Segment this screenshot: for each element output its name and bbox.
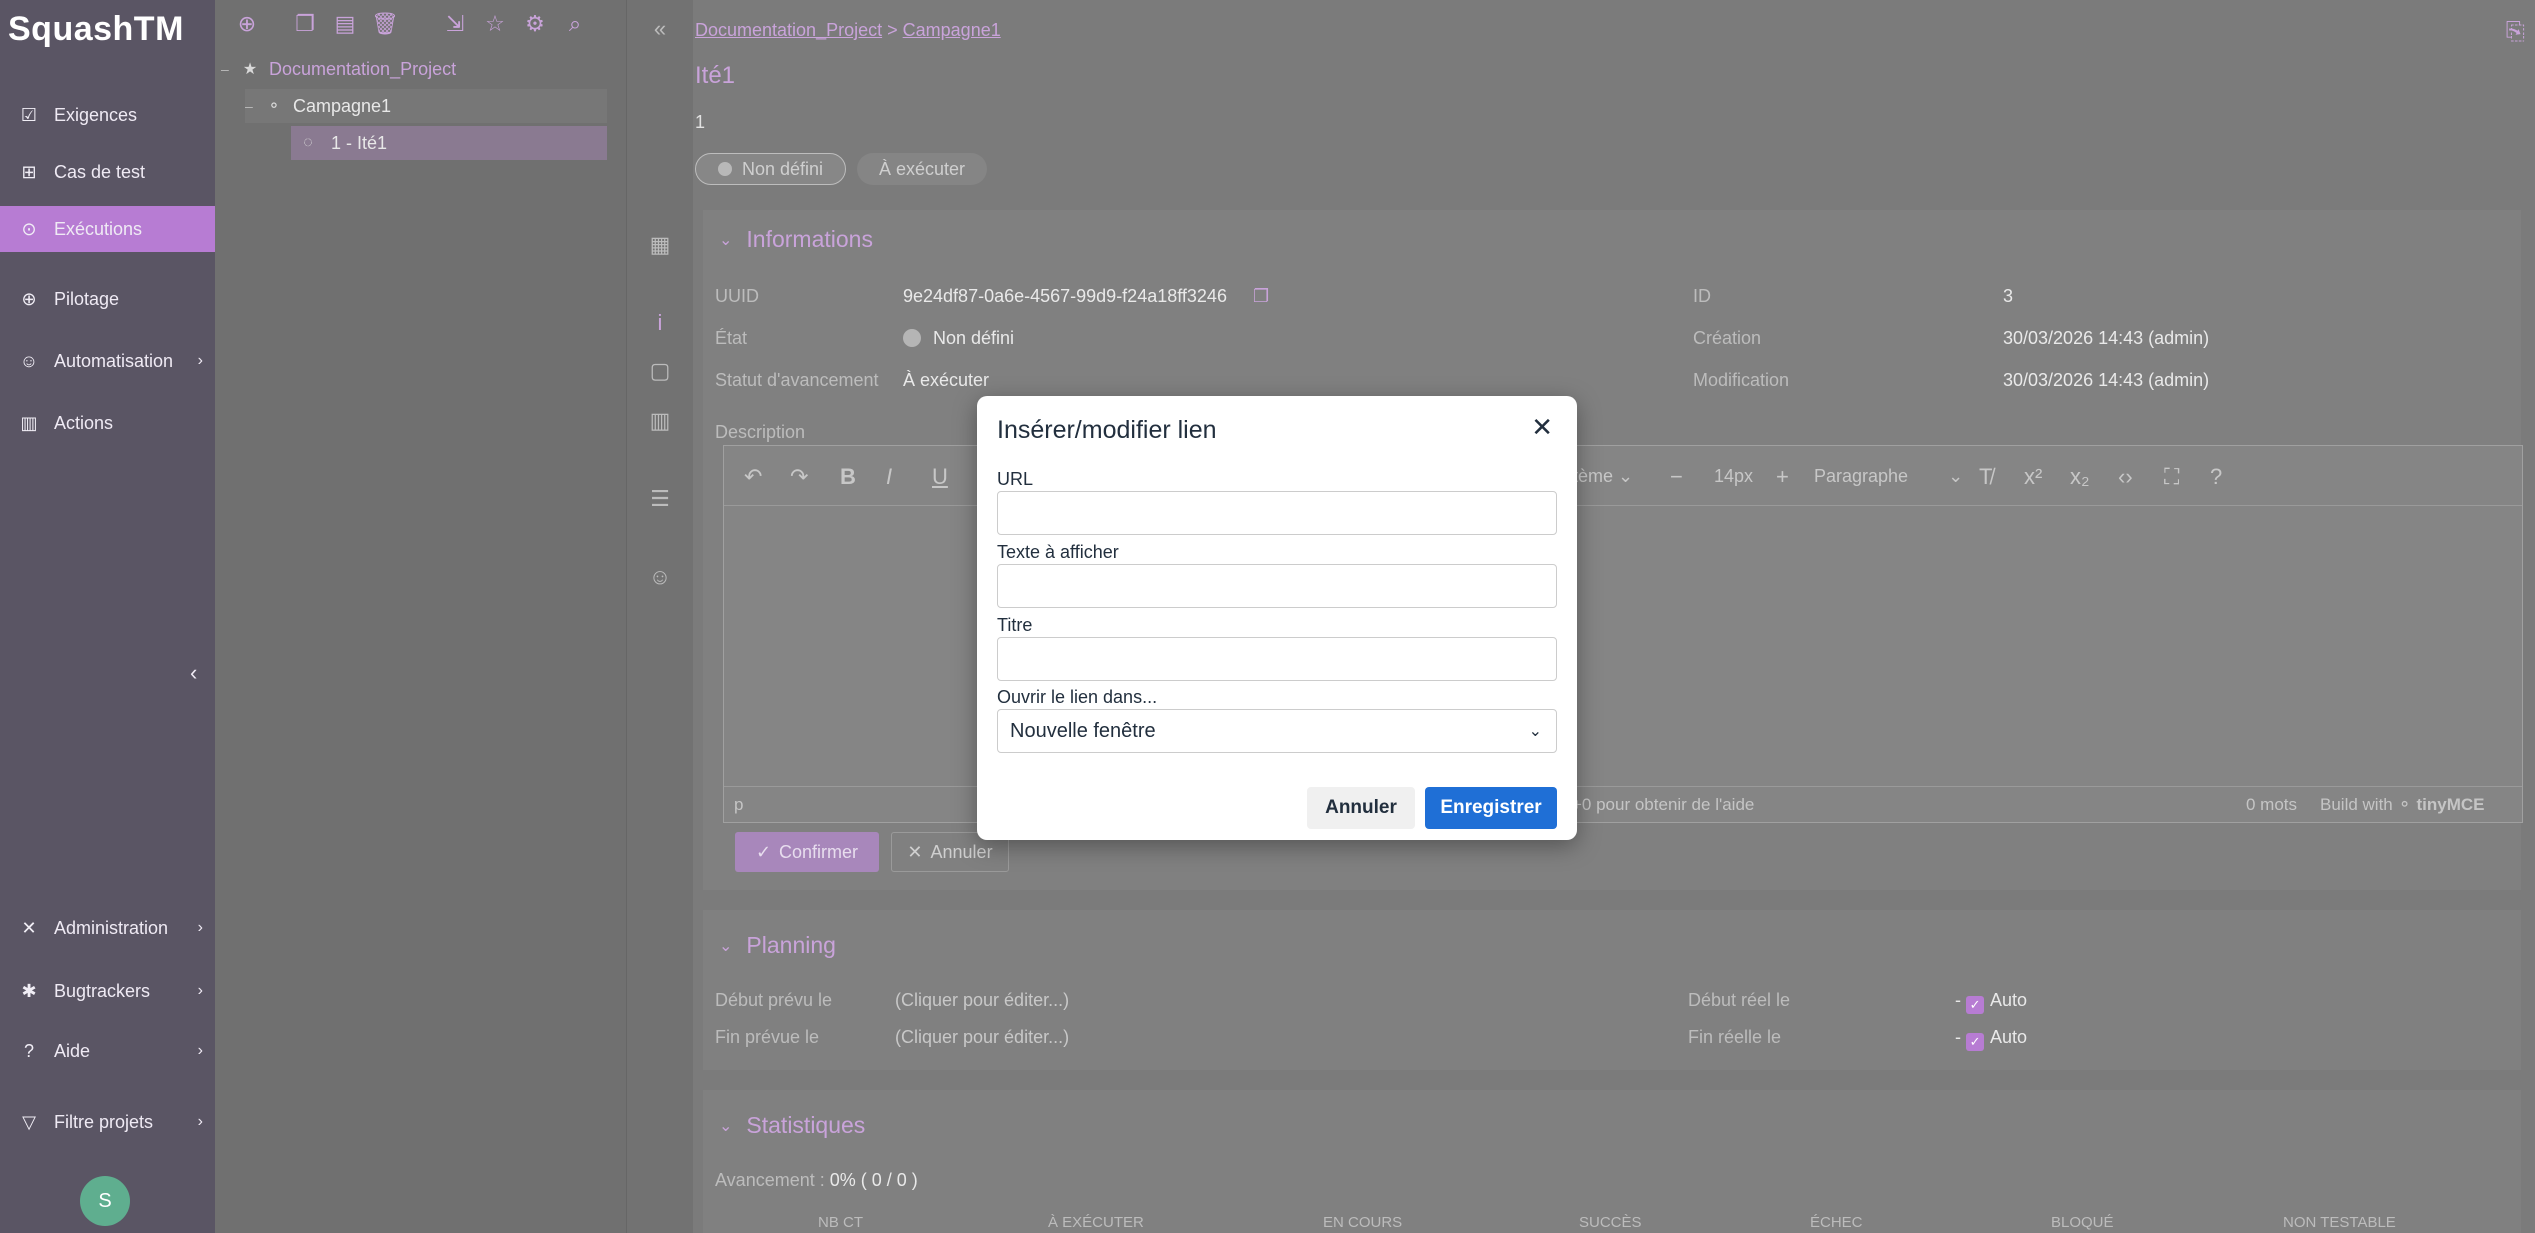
link-title-input[interactable] [997, 637, 1557, 681]
url-label: URL [997, 469, 1034, 489]
open-link-label: Ouvrir le lien dans... [997, 687, 1158, 707]
open-link-select[interactable]: Nouvelle fenêtre ⌄ [997, 709, 1557, 753]
app-root: SquashTM ☑ Exigences ⊞ Cas de test ⊙ Exé… [0, 0, 2535, 1233]
close-icon[interactable]: ✕ [1531, 414, 1553, 440]
open-link-value: Nouvelle fenêtre [1010, 719, 1156, 742]
display-text-input[interactable] [997, 564, 1557, 608]
dialog-title: Insérer/modifier lien [997, 416, 1217, 444]
chevron-down-icon: ⌄ [1528, 723, 1542, 740]
display-text-label: Texte à afficher [997, 542, 1119, 562]
save-button[interactable]: Enregistrer [1425, 787, 1557, 829]
insert-link-dialog: Insérer/modifier lien ✕ URL Texte à affi… [977, 396, 1577, 840]
link-title-label: Titre [997, 615, 1033, 635]
cancel-button[interactable]: Annuler [1307, 787, 1415, 829]
url-input[interactable] [997, 491, 1557, 535]
